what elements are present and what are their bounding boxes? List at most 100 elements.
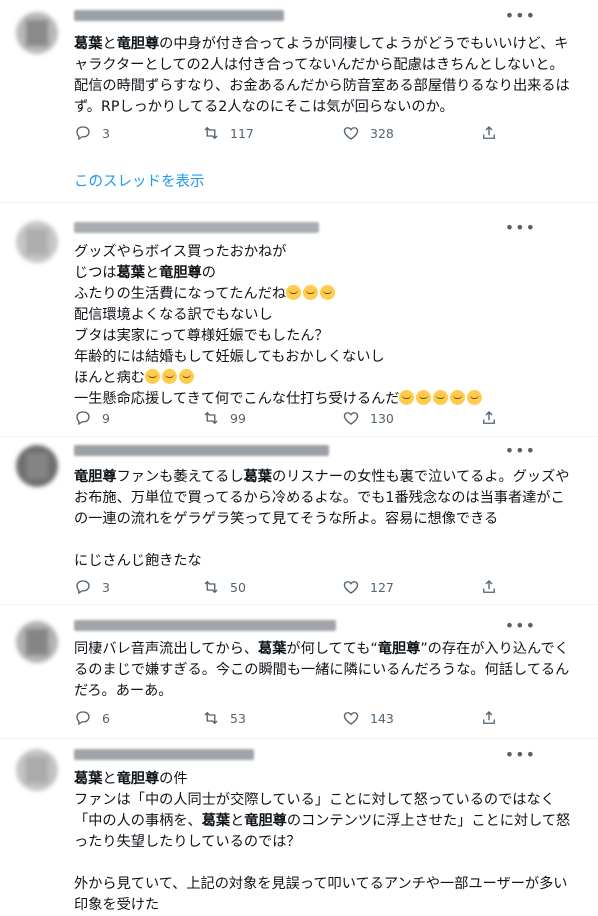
reply-button[interactable]: 9 <box>74 409 110 427</box>
share-button[interactable] <box>480 578 498 596</box>
bold-name: 竜胆尊 <box>116 36 160 52</box>
reply-icon <box>76 411 90 426</box>
emoji-icon <box>467 390 483 405</box>
bold-name: 葛葉 <box>74 771 103 787</box>
avatar[interactable] <box>16 621 58 663</box>
retweet-icon <box>204 580 218 594</box>
retweet-button[interactable]: 117 <box>202 124 254 142</box>
tweet-header: ••• <box>74 218 554 237</box>
more-icon[interactable]: ••• <box>505 616 536 635</box>
tweet-text: グッズやらボイス買ったおかねが じつは葛葉と竜胆尊の ふたりの生活費になってたん… <box>74 242 574 410</box>
avatar[interactable] <box>16 445 58 487</box>
share-button[interactable] <box>480 709 498 727</box>
retweet-count: 117 <box>230 125 254 141</box>
retweet-icon <box>204 126 218 140</box>
share-icon <box>483 580 495 593</box>
like-button[interactable]: 143 <box>342 709 394 727</box>
emoji-icon <box>286 285 302 300</box>
more-icon[interactable]: ••• <box>505 441 536 460</box>
reply-icon <box>76 126 90 141</box>
tweet-actions: 3 50 127 <box>74 578 495 598</box>
reply-count: 3 <box>102 579 110 595</box>
emoji-icon <box>450 390 466 405</box>
share-icon <box>483 126 495 139</box>
retweet-icon <box>204 711 218 725</box>
tweet-actions: 9 99 130 <box>74 409 495 429</box>
emoji-icon <box>433 390 449 405</box>
heart-icon <box>343 412 359 425</box>
blurred-username[interactable] <box>74 749 254 760</box>
retweet-count: 99 <box>230 410 246 426</box>
reply-icon <box>76 580 90 595</box>
retweet-button[interactable]: 53 <box>202 709 246 727</box>
tweet: ••• 竜胆尊ファンも萎えてるし葛葉のリスナーの女性も裏で泣いてるよ。グッズやお… <box>0 437 598 604</box>
reply-count: 3 <box>102 125 110 141</box>
retweet-button[interactable]: 99 <box>202 409 246 427</box>
like-count: 328 <box>370 125 394 141</box>
tweet-text: 同棲バレ音声流出してから、葛葉が何してても“竜胆尊”の存在が入り込んでくるのまじ… <box>74 641 570 699</box>
more-icon[interactable]: ••• <box>505 745 536 764</box>
tweet: ••• 葛葉と竜胆尊の中身が付き合ってようが同棲してようがどうでもいいけど、キャ… <box>0 0 598 202</box>
blurred-username[interactable] <box>74 620 336 631</box>
tweet-header: ••• <box>74 745 554 764</box>
like-count: 143 <box>370 710 394 726</box>
reply-icon <box>76 711 90 726</box>
retweet-icon <box>204 411 218 425</box>
tweet: ••• グッズやらボイス買ったおかねが じつは葛葉と竜胆尊の ふたりの生活費にな… <box>0 203 598 436</box>
share-icon <box>483 711 495 724</box>
bold-name: 葛葉 <box>74 36 103 52</box>
tweet-header: ••• <box>74 441 554 460</box>
tweet-header: ••• <box>74 616 554 635</box>
tweet-header: ••• <box>74 6 554 25</box>
share-button[interactable] <box>480 409 498 427</box>
avatar[interactable] <box>16 12 58 54</box>
share-button[interactable] <box>480 124 498 142</box>
bold-name: 竜胆尊 <box>159 265 202 281</box>
avatar[interactable] <box>16 749 58 791</box>
bold-name: 葛葉 <box>116 265 145 281</box>
heart-icon <box>343 581 359 594</box>
tweet-text: 葛葉と竜胆尊の件 ファンは「中の人同士が交際している」ことに対して怒っているので… <box>74 771 571 913</box>
emoji-icon <box>178 369 194 384</box>
tweet-text: 竜胆尊ファンも萎えてるし葛葉のリスナーの女性も裏で泣いてるよ。グッズやお布施、万… <box>74 469 570 569</box>
bold-name: 竜胆尊 <box>74 469 117 485</box>
bold-name: 竜胆尊 <box>116 771 160 787</box>
more-icon[interactable]: ••• <box>505 218 536 237</box>
tweet: ••• 同棲バレ音声流出してから、葛葉が何してても“竜胆尊”の存在が入り込んでく… <box>0 605 598 738</box>
tweet-text: 葛葉と竜胆尊の中身が付き合ってようが同棲してようがどうでもいいけど、キャラクター… <box>74 36 570 115</box>
blurred-username[interactable] <box>74 10 284 21</box>
tweet-actions: 6 53 143 <box>74 709 495 729</box>
retweet-count: 53 <box>230 710 246 726</box>
bold-name: 竜胆尊 <box>244 813 287 829</box>
emoji-icon <box>320 285 336 300</box>
reply-button[interactable]: 6 <box>74 709 110 727</box>
reply-count: 6 <box>102 710 110 726</box>
retweet-button[interactable]: 50 <box>202 578 246 596</box>
bold-name: 葛葉 <box>201 813 231 829</box>
heart-icon <box>343 712 359 725</box>
reply-button[interactable]: 3 <box>74 124 110 142</box>
bold-name: 竜胆尊 <box>377 641 421 657</box>
blurred-username[interactable] <box>74 445 329 456</box>
emoji-icon <box>144 369 160 384</box>
like-button[interactable]: 328 <box>342 124 394 142</box>
tweet-actions: 3 117 328 <box>74 124 495 144</box>
share-icon <box>483 411 495 424</box>
heart-icon <box>343 127 359 140</box>
like-count: 130 <box>370 410 394 426</box>
like-count: 127 <box>370 579 394 595</box>
like-button[interactable]: 127 <box>342 578 394 596</box>
tweet: ••• 葛葉と竜胆尊の件 ファンは「中の人同士が交際している」ことに対して怒って… <box>0 739 598 913</box>
show-thread-link[interactable]: このスレッドを表示 <box>74 170 205 191</box>
emoji-icon <box>161 369 177 384</box>
reply-button[interactable]: 3 <box>74 578 110 596</box>
more-icon[interactable]: ••• <box>505 6 536 25</box>
bold-name: 葛葉 <box>243 469 272 485</box>
like-button[interactable]: 130 <box>342 409 394 427</box>
bold-name: 葛葉 <box>258 641 287 657</box>
avatar[interactable] <box>16 221 58 263</box>
blurred-username[interactable] <box>74 222 319 233</box>
emoji-icon <box>399 390 415 405</box>
reply-count: 9 <box>102 410 110 426</box>
emoji-icon <box>416 390 432 405</box>
